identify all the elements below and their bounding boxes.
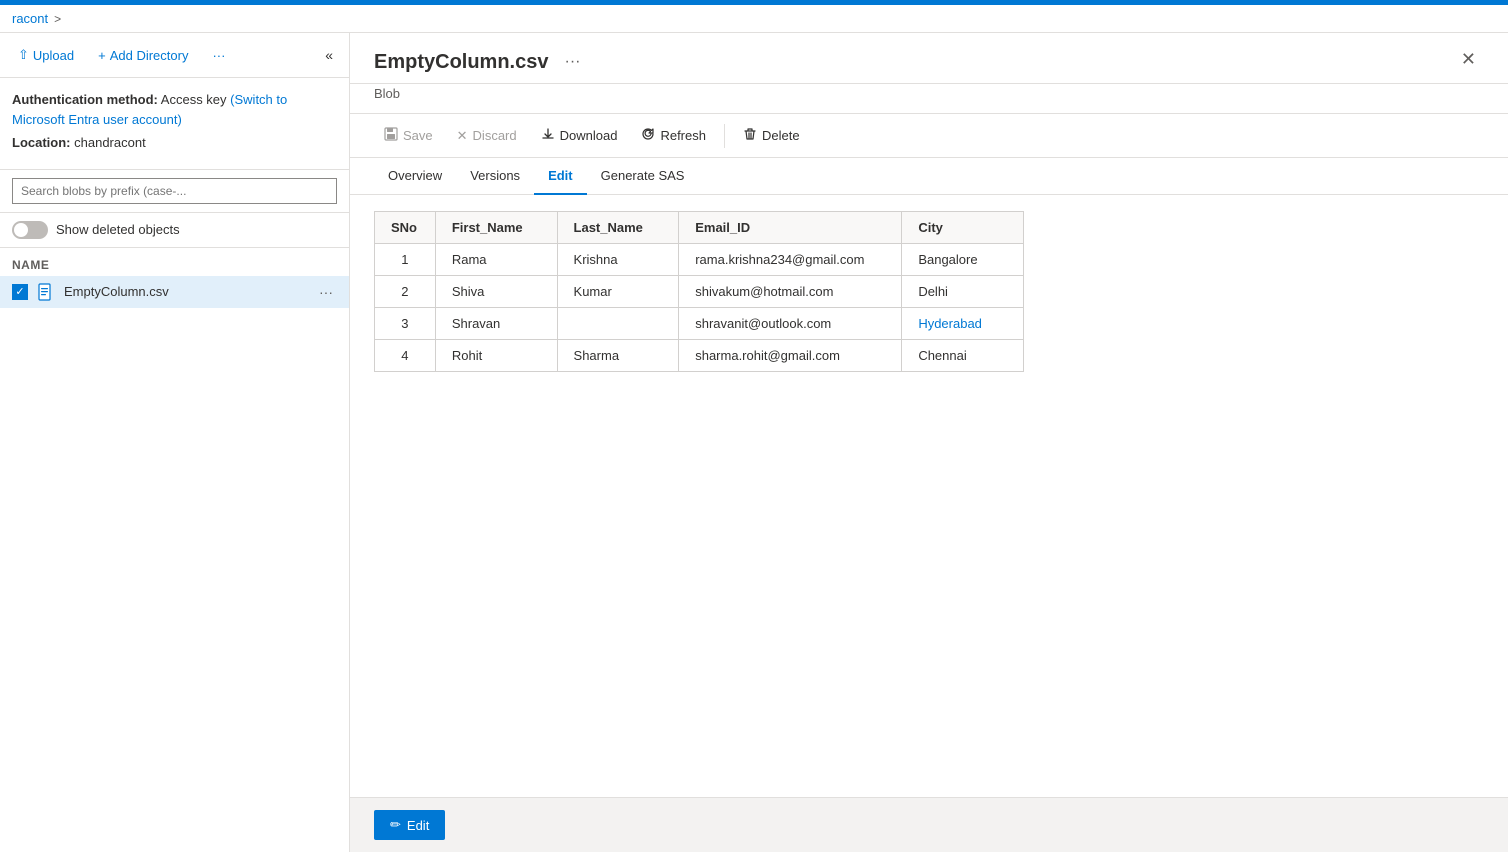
delete-icon	[743, 127, 757, 144]
cell-lastname: Sharma	[557, 340, 679, 372]
cell-lastname	[557, 308, 679, 340]
sidebar-collapse-button[interactable]: «	[321, 43, 337, 67]
add-directory-button[interactable]: + Add Directory	[92, 44, 194, 67]
col-header-sno: SNo	[375, 212, 436, 244]
save-button[interactable]: Save	[374, 122, 443, 149]
col-header-city: City	[902, 212, 1024, 244]
table-row: 1 Rama Krishna rama.krishna234@gmail.com…	[375, 244, 1024, 276]
table-row: 4 Rohit Sharma sharma.rohit@gmail.com Ch…	[375, 340, 1024, 372]
delete-button[interactable]: Delete	[733, 122, 810, 149]
detail-footer: ✏ Edit	[350, 797, 1508, 852]
cell-email: shivakum@hotmail.com	[679, 276, 902, 308]
detail-content: SNo First_Name Last_Name Email_ID City 1…	[350, 195, 1508, 797]
save-label: Save	[403, 128, 433, 143]
download-button[interactable]: Download	[531, 122, 628, 149]
table-row: 2 Shiva Kumar shivakum@hotmail.com Delhi	[375, 276, 1024, 308]
cell-city: Delhi	[902, 276, 1024, 308]
detail-close-button[interactable]: ✕	[1453, 45, 1484, 74]
sidebar: ⇧ Upload + Add Directory ··· « Authentic…	[0, 33, 350, 852]
cell-lastname: Krishna	[557, 244, 679, 276]
detail-panel: EmptyColumn.csv ··· ✕ Blob Save ✕ Discar…	[350, 33, 1508, 852]
sidebar-search	[0, 170, 349, 213]
discard-button[interactable]: ✕ Discard	[447, 123, 527, 149]
col-header-firstname: First_Name	[435, 212, 557, 244]
detail-tabs: Overview Versions Edit Generate SAS	[350, 158, 1508, 195]
detail-subtitle: Blob	[350, 84, 1508, 114]
sidebar-toolbar: ⇧ Upload + Add Directory ··· «	[0, 33, 349, 78]
toggle-switch[interactable]	[12, 221, 48, 239]
delete-label: Delete	[762, 128, 800, 143]
file-name: EmptyColumn.csv	[64, 284, 307, 299]
show-deleted-toggle[interactable]: Show deleted objects	[0, 213, 349, 248]
sidebar-meta: Authentication method: Access key (Switc…	[0, 78, 349, 170]
files-header: Name	[0, 248, 349, 276]
location-label: Location:	[12, 135, 71, 150]
col-header-email: Email_ID	[679, 212, 902, 244]
file-more-button[interactable]: ···	[315, 282, 337, 302]
upload-icon: ⇧	[18, 47, 29, 63]
cell-firstname: Shiva	[435, 276, 557, 308]
detail-title: EmptyColumn.csv	[374, 51, 548, 74]
refresh-label: Refresh	[660, 128, 706, 143]
upload-label: Upload	[33, 48, 74, 63]
auth-method-access-key: Access key	[161, 92, 227, 107]
cell-firstname: Shravan	[435, 308, 557, 340]
download-label: Download	[560, 128, 618, 143]
cell-sno: 1	[375, 244, 436, 276]
detail-ellipsis-button[interactable]: ···	[560, 49, 584, 75]
tab-overview[interactable]: Overview	[374, 158, 456, 195]
cell-city: Chennai	[902, 340, 1024, 372]
edit-button-label: Edit	[407, 818, 429, 833]
add-directory-icon: +	[98, 48, 106, 63]
table-row: 3 Shravan shravanit@outlook.com Hyderaba…	[375, 308, 1024, 340]
detail-header: EmptyColumn.csv ··· ✕	[350, 33, 1508, 84]
search-input[interactable]	[12, 178, 337, 204]
breadcrumb-separator: >	[54, 12, 61, 26]
cell-lastname: Kumar	[557, 276, 679, 308]
refresh-button[interactable]: Refresh	[631, 122, 716, 149]
cell-firstname: Rohit	[435, 340, 557, 372]
file-list: ✓ EmptyColumn.csv ···	[0, 276, 349, 852]
checkbox-check: ✓	[15, 285, 24, 298]
cell-email: rama.krishna234@gmail.com	[679, 244, 902, 276]
auth-method-label: Authentication method:	[12, 92, 158, 107]
more-toolbar-icon: ···	[212, 48, 225, 63]
csv-table: SNo First_Name Last_Name Email_ID City 1…	[374, 211, 1024, 372]
upload-button[interactable]: ⇧ Upload	[12, 43, 80, 67]
edit-button[interactable]: ✏ Edit	[374, 810, 445, 840]
tab-edit[interactable]: Edit	[534, 158, 587, 195]
add-directory-label: Add Directory	[110, 48, 189, 63]
file-checkbox[interactable]: ✓	[12, 284, 28, 300]
download-icon	[541, 127, 555, 144]
tab-generate-sas[interactable]: Generate SAS	[587, 158, 699, 195]
toggle-knob	[14, 223, 28, 237]
edit-pencil-icon: ✏	[390, 817, 401, 833]
save-icon	[384, 127, 398, 144]
breadcrumb-racont[interactable]: racont	[12, 11, 48, 26]
cell-sno: 2	[375, 276, 436, 308]
file-icon	[36, 282, 56, 302]
cell-email: sharma.rohit@gmail.com	[679, 340, 902, 372]
cell-city: Hyderabad	[902, 308, 1024, 340]
toolbar-divider	[724, 124, 725, 148]
cell-sno: 4	[375, 340, 436, 372]
tab-versions[interactable]: Versions	[456, 158, 534, 195]
location-name: chandracont	[74, 135, 146, 150]
refresh-icon	[641, 127, 655, 144]
cell-sno: 3	[375, 308, 436, 340]
toggle-label: Show deleted objects	[56, 222, 180, 237]
breadcrumb: racont >	[0, 5, 1508, 33]
cell-firstname: Rama	[435, 244, 557, 276]
discard-icon: ✕	[457, 128, 468, 144]
more-toolbar-button[interactable]: ···	[206, 44, 231, 67]
detail-toolbar: Save ✕ Discard Download Refresh	[350, 114, 1508, 158]
col-header-lastname: Last_Name	[557, 212, 679, 244]
cell-city: Bangalore	[902, 244, 1024, 276]
list-item[interactable]: ✓ EmptyColumn.csv ···	[0, 276, 349, 308]
discard-label: Discard	[473, 128, 517, 143]
cell-email: shravanit@outlook.com	[679, 308, 902, 340]
